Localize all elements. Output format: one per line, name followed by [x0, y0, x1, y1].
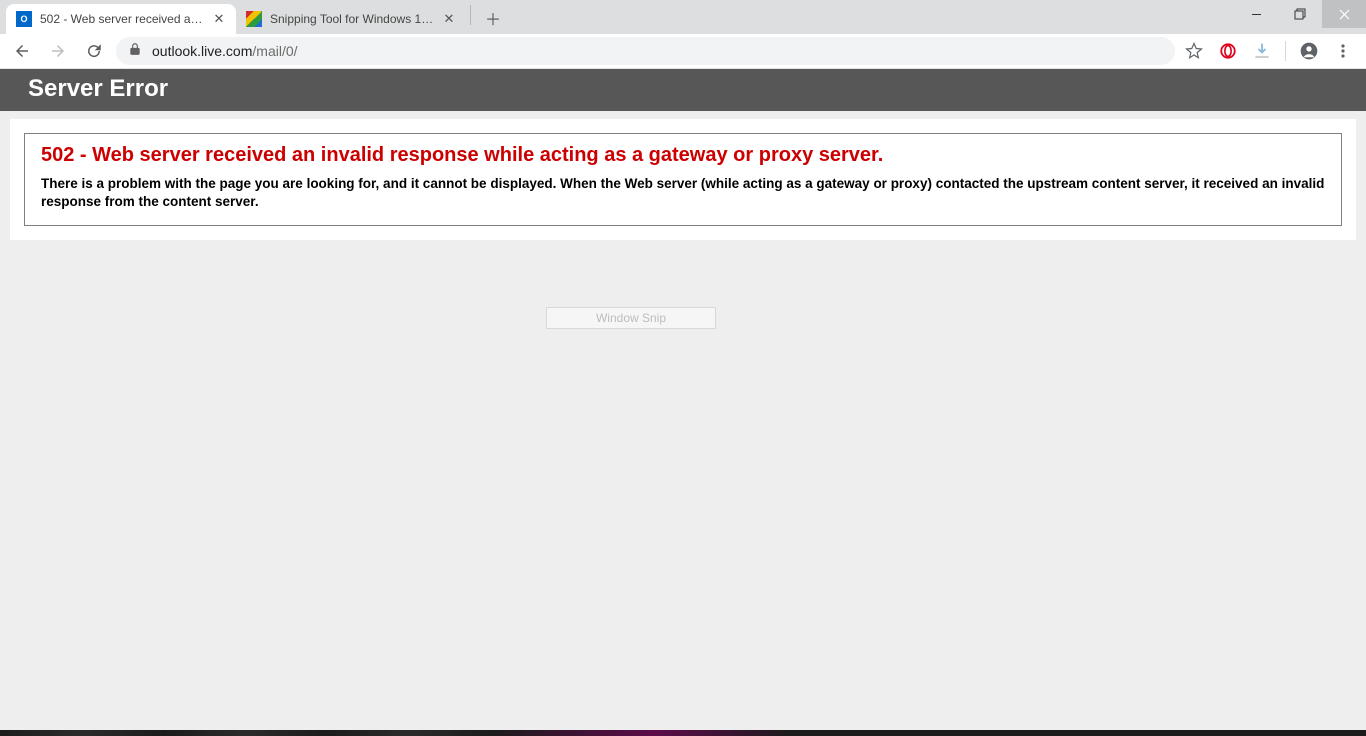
page-body: Server Error 502 - Web server received a… — [0, 69, 1366, 730]
menu-button[interactable] — [1332, 40, 1354, 62]
snipping-favicon-icon — [246, 11, 262, 27]
error-title: 502 - Web server received an invalid res… — [41, 144, 1325, 167]
maximize-button[interactable] — [1278, 0, 1322, 28]
extension-opera-button[interactable] — [1217, 40, 1239, 62]
bookmark-star-button[interactable] — [1183, 40, 1205, 62]
arrow-left-icon — [13, 42, 31, 60]
error-box: 502 - Web server received an invalid res… — [24, 133, 1342, 226]
reload-icon — [85, 42, 103, 60]
back-button[interactable] — [8, 37, 36, 65]
url-path: /mail/0/ — [252, 43, 297, 59]
close-window-button[interactable] — [1322, 0, 1366, 28]
toolbar-right — [1183, 40, 1358, 62]
tab-title: 502 - Web server received an inv — [40, 12, 204, 26]
server-error-header: Server Error — [0, 69, 1366, 111]
opera-icon — [1219, 42, 1237, 60]
lock-icon — [128, 42, 142, 61]
window-controls — [1234, 0, 1366, 28]
url-text: outlook.live.com/mail/0/ — [152, 43, 298, 59]
kebab-menu-icon — [1335, 43, 1351, 59]
tab-close-button[interactable]: ✕ — [212, 12, 226, 26]
user-circle-icon — [1299, 41, 1319, 61]
tab-separator — [470, 5, 471, 25]
reload-button[interactable] — [80, 37, 108, 65]
tab-inactive[interactable]: Snipping Tool for Windows 10/8 ✕ — [236, 4, 466, 34]
taskbar-sliver — [0, 730, 1366, 736]
titlebar: O 502 - Web server received an inv ✕ Sni… — [0, 0, 1366, 34]
minimize-button[interactable] — [1234, 0, 1278, 28]
toolbar-divider — [1285, 41, 1286, 61]
tab-close-button[interactable]: ✕ — [442, 12, 456, 26]
forward-button[interactable] — [44, 37, 72, 65]
url-host: outlook.live.com — [152, 43, 252, 59]
tabs-strip: O 502 - Web server received an inv ✕ Sni… — [0, 0, 507, 34]
tab-title: Snipping Tool for Windows 10/8 — [270, 12, 434, 26]
omnibox[interactable]: outlook.live.com/mail/0/ — [116, 37, 1175, 65]
star-icon — [1185, 42, 1203, 60]
profile-button[interactable] — [1298, 40, 1320, 62]
arrow-right-icon — [49, 42, 67, 60]
toolbar: outlook.live.com/mail/0/ — [0, 34, 1366, 69]
error-description: There is a problem with the page you are… — [41, 175, 1325, 211]
new-tab-button[interactable]: ＋ — [479, 4, 507, 32]
download-button[interactable] — [1251, 40, 1273, 62]
outlook-favicon-icon: O — [16, 11, 32, 27]
tab-active[interactable]: O 502 - Web server received an inv ✕ — [6, 4, 236, 34]
download-icon — [1253, 42, 1271, 60]
content-wrap: 502 - Web server received an invalid res… — [10, 119, 1356, 240]
